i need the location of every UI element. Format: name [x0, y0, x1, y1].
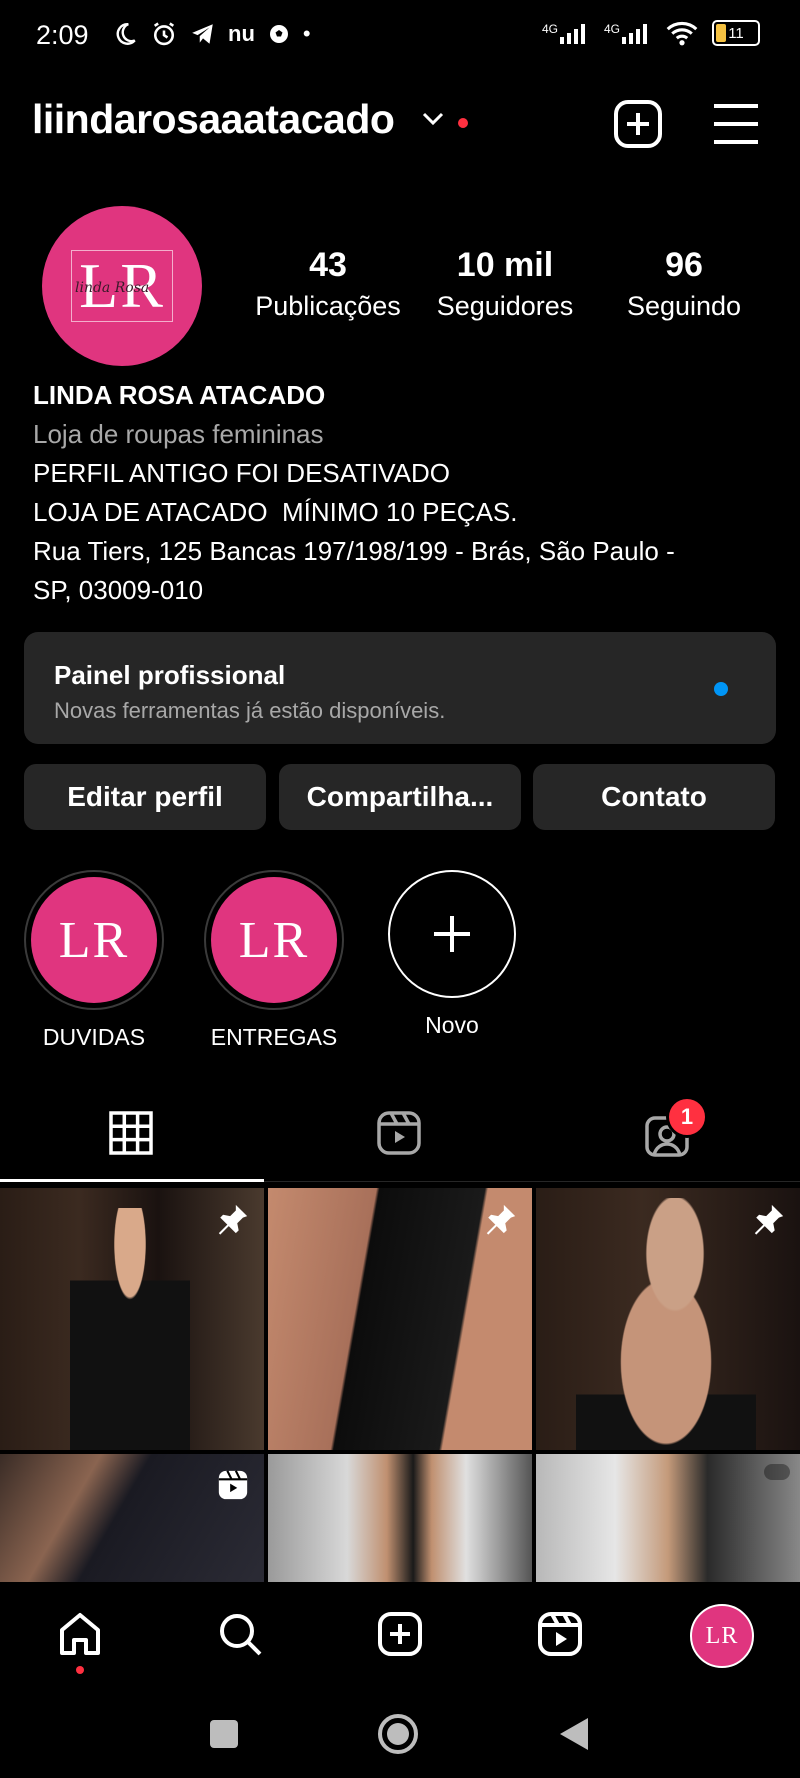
highlight-label: DUVIDAS — [42, 1024, 146, 1050]
reel-icon — [218, 1470, 248, 1500]
highlight-label: ENTREGAS — [210, 1024, 338, 1050]
bio-line-1: PERFIL ANTIGO FOI DESATIVADO — [33, 458, 451, 488]
profile-nav-initials: LR — [705, 1622, 739, 1649]
wifi-icon — [666, 21, 698, 46]
grid-post[interactable] — [268, 1188, 532, 1450]
search-icon[interactable] — [216, 1610, 264, 1658]
stat-followers[interactable]: 10 mil Seguidores — [430, 246, 580, 322]
profile-bio: LINDA ROSA ATACADO Loja de roupas femini… — [33, 376, 773, 610]
highlight-label: Novo — [425, 1012, 479, 1038]
bio-category: Loja de roupas femininas — [33, 419, 324, 449]
bottom-navigation: LR — [0, 1582, 800, 1682]
stat-posts-label: Publicações — [255, 291, 401, 321]
soccer-icon — [269, 25, 288, 43]
dot-icon: • — [302, 21, 311, 46]
recents-button[interactable] — [210, 1720, 238, 1748]
bio-address-2[interactable]: SP, 03009-010 — [33, 571, 773, 610]
home-notification-dot — [76, 1666, 84, 1674]
menu-icon[interactable] — [710, 98, 762, 150]
avatar-script: linda Rosa — [75, 280, 150, 296]
stat-followers-label: Seguidores — [436, 291, 574, 321]
system-navigation — [0, 1690, 800, 1778]
plus-icon — [434, 916, 470, 952]
highlight-cover: LR — [211, 877, 337, 1003]
bio-address-1[interactable]: Rua Tiers, 125 Bancas 197/198/199 - Brás… — [33, 532, 773, 571]
new-highlight-button[interactable] — [388, 870, 516, 998]
highlight-cover: LR — [31, 877, 157, 1003]
stat-posts[interactable]: 43 Publicações — [250, 246, 406, 322]
network-type-2: 4G — [603, 22, 620, 36]
moon-icon — [116, 23, 136, 45]
highlight-new[interactable]: Novo — [382, 870, 522, 1039]
network-type-1: 4G — [541, 22, 558, 36]
highlight-ring: LR — [204, 870, 344, 1010]
battery-icon: 11 — [712, 20, 760, 46]
edit-profile-button[interactable]: Editar perfil — [24, 764, 266, 830]
bio-name: LINDA ROSA ATACADO — [33, 380, 326, 410]
account-username[interactable]: liindarosaaatacado — [32, 96, 395, 143]
create-post-icon[interactable] — [612, 98, 664, 150]
grid-tab-icon[interactable] — [108, 1110, 154, 1156]
panel-title: Painel profissional — [54, 660, 286, 690]
signal-bars-icon — [622, 24, 647, 44]
bio-line-2: LOJA DE ATACADO MÍNIMO 10 PEÇAS. — [33, 497, 518, 527]
stat-following[interactable]: 96 Seguindo — [614, 246, 754, 322]
stat-following-label: Seguindo — [626, 291, 742, 321]
active-tab-indicator — [0, 1179, 264, 1182]
reels-icon[interactable] — [536, 1610, 584, 1658]
reels-tab-icon[interactable] — [376, 1110, 422, 1156]
highlight-ring: LR — [24, 870, 164, 1010]
profile-tabs: 1 — [0, 1096, 800, 1182]
grid-post[interactable] — [536, 1188, 800, 1450]
highlight-initials: LR — [58, 911, 130, 969]
profile-avatar[interactable]: LR linda Rosa — [42, 206, 202, 366]
stat-posts-value: 43 — [309, 246, 347, 284]
chevron-down-icon[interactable] — [420, 108, 446, 128]
telegram-icon — [192, 24, 213, 44]
signal-2: 4G — [604, 22, 652, 44]
highlight-entregas[interactable]: LR ENTREGAS — [204, 870, 344, 1051]
tagged-badge: 1 — [666, 1096, 708, 1138]
pin-icon — [218, 1204, 248, 1235]
stat-following-value: 96 — [665, 246, 703, 284]
status-time: 2:09 — [36, 20, 89, 50]
contact-button[interactable]: Contato — [533, 764, 775, 830]
stat-followers-value: 10 mil — [456, 246, 554, 284]
alarm-icon — [153, 22, 175, 46]
grid-post[interactable] — [536, 1454, 800, 1582]
grid-post[interactable] — [0, 1188, 264, 1450]
notification-dot — [458, 118, 468, 128]
highlight-initials: LR — [238, 911, 310, 969]
home-button[interactable] — [378, 1714, 418, 1754]
panel-subtitle: Novas ferramentas já estão disponíveis. — [54, 698, 446, 723]
back-button[interactable] — [556, 1714, 592, 1754]
home-button-inner — [387, 1723, 409, 1745]
home-icon[interactable] — [56, 1610, 104, 1658]
signal-1: 4G — [542, 22, 590, 44]
share-profile-button[interactable]: Compartilha... — [279, 764, 521, 830]
professional-dashboard[interactable]: Painel profissional Novas ferramentas já… — [24, 632, 776, 744]
signal-bars-icon — [559, 24, 585, 44]
pin-icon — [486, 1204, 516, 1235]
status-right-icons: 4G 4G 11 — [542, 20, 760, 46]
highlight-duvidas[interactable]: LR DUVIDAS — [24, 870, 164, 1051]
status-left-icons: nu • — [112, 20, 311, 48]
pin-icon — [754, 1204, 784, 1235]
grid-post[interactable] — [0, 1454, 264, 1582]
nu-icon: nu — [228, 21, 255, 46]
profile-nav-avatar[interactable]: LR — [690, 1604, 754, 1668]
grid-post[interactable] — [268, 1454, 532, 1582]
panel-new-dot — [714, 682, 728, 696]
battery-level: 11 — [728, 24, 744, 42]
create-icon[interactable] — [376, 1610, 424, 1658]
